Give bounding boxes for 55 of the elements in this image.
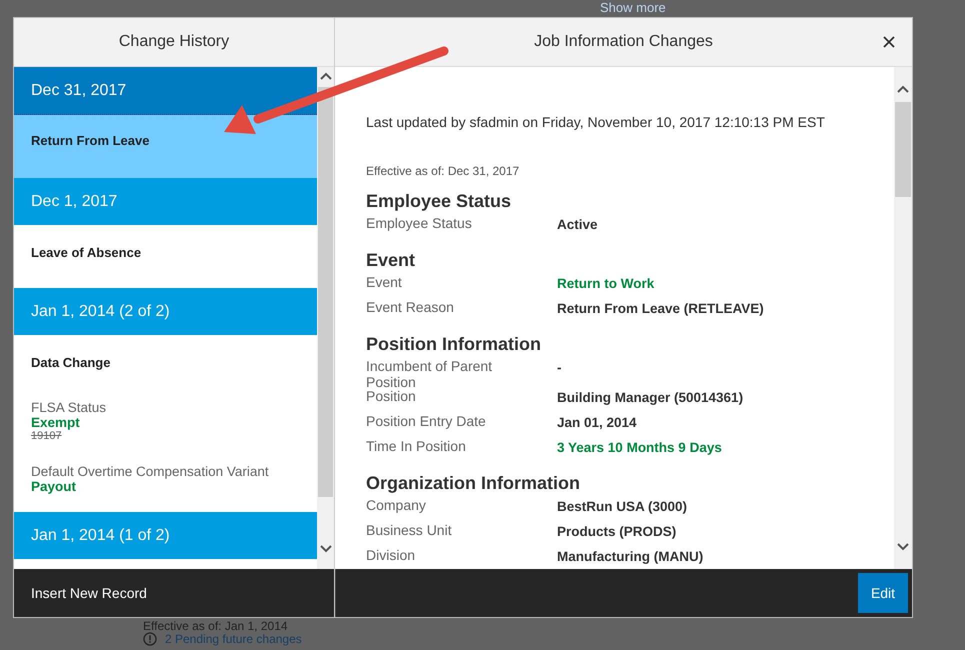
history-date-item[interactable]: Jan 1, 2014 (1 of 2) — [14, 512, 317, 561]
old-value: 19107 — [31, 430, 63, 442]
field-value: Return to Work — [557, 275, 654, 293]
field-label: Incumbent of Parent Position — [366, 358, 494, 385]
section-title: Event — [366, 250, 416, 271]
scrollbar[interactable] — [317, 67, 334, 569]
close-icon — [883, 36, 895, 48]
event-title: Return From Leave — [31, 133, 150, 148]
new-value: Exempt — [31, 415, 81, 430]
info-icon — [143, 632, 157, 646]
chevron-down-icon[interactable] — [320, 545, 332, 553]
field-label: Default Overtime Compensation Variant — [31, 464, 270, 479]
field-value: Manufacturing (MANU) — [557, 548, 704, 566]
field-value: - — [557, 359, 562, 377]
scrollbar-thumb[interactable] — [318, 87, 333, 497]
history-date-item[interactable]: Dec 1, 2017 — [14, 178, 317, 227]
chevron-down-icon[interactable] — [897, 543, 909, 551]
scrollbar[interactable] — [894, 67, 912, 569]
field-label: Division — [366, 547, 416, 565]
effective-date-text: Effective as of: Dec 31, 2017 — [366, 164, 520, 178]
effective-date-text: Effective as of: Jan 1, 2014 — [143, 619, 288, 633]
field-value: BestRun USA (3000) — [557, 498, 688, 516]
panel-title: Job Information Changes — [534, 33, 713, 51]
field-label: Event Reason — [366, 299, 455, 317]
field-value: Return From Leave (RETLEAVE) — [557, 300, 764, 318]
field-value: Products (PRODS) — [557, 523, 676, 541]
section-title: Position Information — [366, 334, 542, 355]
event-title: Leave of Absence — [31, 245, 142, 260]
panel-title: Change History — [118, 33, 230, 51]
history-date-item[interactable]: Dec 31, 2017 — [14, 67, 317, 115]
event-title: Data Change — [31, 355, 112, 370]
field-label: Business Unit — [366, 522, 453, 540]
field-label: Position Entry Date — [366, 413, 487, 431]
field-value: Building Manager (50014361) — [557, 389, 744, 407]
show-more-link[interactable]: Show more — [600, 0, 666, 15]
history-date-item[interactable]: Jan 1, 2014 (2 of 2) — [14, 288, 317, 337]
field-value: Active — [557, 216, 598, 234]
field-label: FLSA Status — [31, 400, 108, 415]
chevron-up-icon[interactable] — [897, 85, 909, 93]
section-title: Organization Information — [366, 473, 581, 494]
field-value: 3 Years 10 Months 9 Days — [557, 439, 722, 457]
edit-button[interactable]: Edit — [858, 573, 908, 613]
history-entry[interactable]: Return From Leave — [14, 115, 317, 178]
last-updated-text: Last updated by sfadmin on Friday, November 10, 2017 12:10:13 PM EST — [366, 114, 826, 130]
field-label: Event — [366, 274, 403, 292]
chevron-up-icon[interactable] — [320, 72, 332, 80]
close-button[interactable] — [882, 35, 896, 49]
field-label: Position — [366, 388, 417, 406]
field-label: Company — [366, 497, 427, 515]
field-label: Employee Status — [366, 215, 473, 233]
field-label: Time In Position — [366, 438, 467, 456]
scrollbar-thumb[interactable] — [895, 102, 911, 197]
field-value: Jan 01, 2014 — [557, 414, 637, 432]
section-title: Employee Status — [366, 191, 512, 212]
new-value: Payout — [31, 479, 78, 494]
